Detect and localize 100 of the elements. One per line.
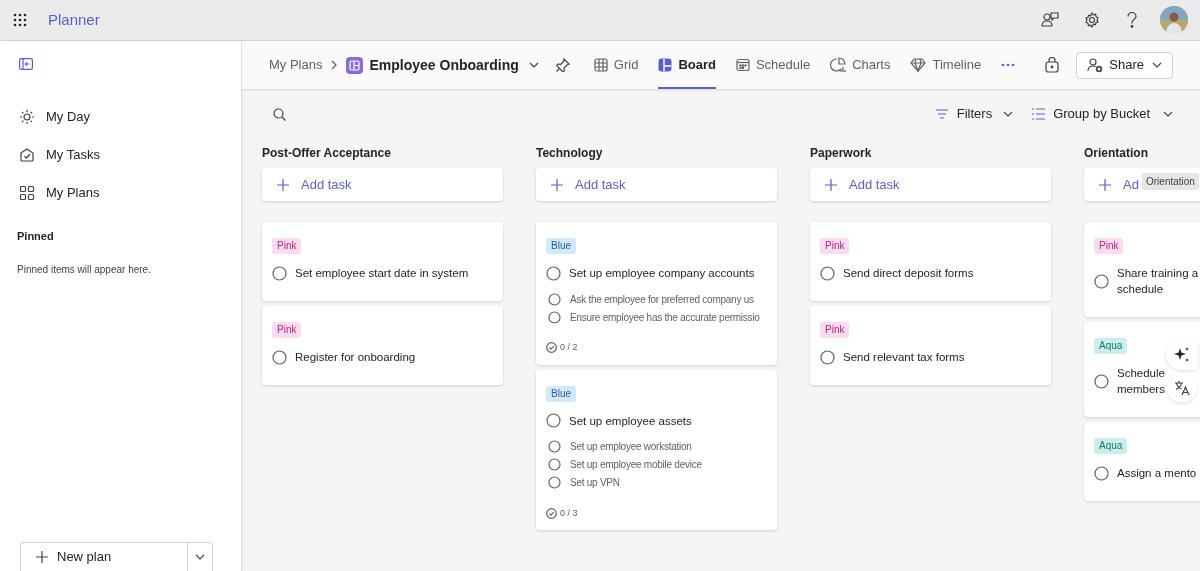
sidebar-item[interactable]: My Tasks (0, 136, 241, 174)
plus-icon (277, 178, 289, 191)
plan-icon (346, 56, 364, 74)
task-card[interactable]: Pink Share training a schedule (1084, 222, 1200, 317)
help-icon[interactable] (1126, 12, 1138, 28)
task-checkbox[interactable] (1094, 373, 1109, 389)
subtask-text: Set up employee workstation (570, 440, 692, 454)
view-tab[interactable]: Timeline (910, 41, 982, 89)
collapse-sidebar-icon[interactable] (19, 58, 33, 70)
task-card[interactable]: Pink Send relevant tax forms (810, 306, 1051, 385)
board-icon (658, 58, 673, 72)
pie-chart-icon (830, 57, 847, 73)
bucket-title: Paperwork (810, 145, 873, 162)
group-by-button[interactable]: Group by Bucket (1031, 104, 1173, 124)
task-title: Set up employee company accounts (569, 266, 755, 281)
bucket-title: Post-Offer Acceptance (262, 145, 392, 162)
app-launcher-icon[interactable] (13, 13, 27, 27)
task-checkbox[interactable] (1094, 465, 1109, 481)
view-tab[interactable]: Board (658, 41, 716, 89)
feedback-icon[interactable] (1041, 11, 1059, 29)
label-tag: Pink (272, 322, 302, 338)
task-icon (19, 147, 35, 163)
plus-icon (825, 178, 837, 191)
check-circle-icon (546, 342, 557, 354)
add-person-icon (1087, 57, 1104, 73)
checklist-count: 0 / 3 (560, 506, 578, 520)
subtask-checkbox[interactable] (548, 458, 561, 471)
check-circle-icon (546, 507, 557, 519)
task-title: Register for onboarding (295, 350, 416, 365)
sun-icon (19, 109, 35, 125)
plus-icon (1099, 178, 1111, 191)
sidebar-item[interactable]: My Day (0, 98, 241, 136)
subtask-checkbox[interactable] (548, 310, 561, 324)
view-tab[interactable]: Charts (830, 41, 891, 89)
view-tab[interactable]: Schedule (735, 41, 811, 89)
bucket-title: Technology (536, 145, 604, 162)
pin-icon[interactable] (555, 58, 570, 72)
plus-icon (36, 551, 48, 563)
task-checkbox[interactable] (272, 349, 287, 365)
filter-icon (935, 109, 948, 119)
label-tag: Blue (546, 238, 576, 254)
task-title: Assign a mento (1117, 466, 1197, 481)
task-title: Schedule members (1117, 366, 1165, 397)
lock-icon[interactable] (1045, 57, 1060, 73)
task-card[interactable]: Blue Set up employee company accounts Ask the employee for preferred company us Ensure employee has the accurate permissio 0 / 2 (536, 222, 777, 365)
subtask-checkbox[interactable] (548, 292, 561, 306)
calendar-icon (735, 58, 750, 72)
tooltip: Orientation (1142, 173, 1199, 190)
empty-message: Pinned items will appear here. (17, 262, 152, 277)
chevron-down-icon (195, 554, 205, 560)
avatar[interactable] (1160, 6, 1188, 34)
subtask-checkbox[interactable] (548, 440, 561, 453)
add-task-button[interactable]: Add task (810, 168, 1051, 201)
task-checkbox[interactable] (272, 265, 287, 281)
search-icon[interactable] (273, 107, 286, 121)
subtask-text: Set up VPN (570, 476, 620, 490)
subtask-text: Set up employee mobile device (570, 458, 702, 472)
task-checkbox[interactable] (546, 413, 561, 428)
label-tag: Pink (1094, 238, 1124, 254)
diamond-icon (910, 58, 927, 72)
label-tag: Aqua (1094, 338, 1128, 354)
label-tag: Pink (820, 238, 850, 254)
grid-icon (19, 185, 35, 201)
subtask-checkbox[interactable] (548, 476, 561, 489)
task-card[interactable]: Pink Register for onboarding (262, 306, 503, 385)
settings-icon[interactable] (1084, 12, 1100, 28)
subtask-text: Ensure employee has the accurate permissio (570, 310, 760, 325)
task-checkbox[interactable] (820, 349, 835, 365)
sparkle-icon (1174, 347, 1190, 363)
chevron-down-icon (1152, 62, 1162, 68)
task-title: Send direct deposit forms (843, 266, 974, 281)
task-title: Share training a schedule (1117, 266, 1199, 297)
breadcrumb-link[interactable]: My Plans (269, 55, 323, 75)
share-button[interactable]: Share (1076, 51, 1173, 79)
copilot-button[interactable] (1166, 340, 1198, 370)
more-icon[interactable] (1001, 63, 1016, 67)
chevron-down-icon (1163, 111, 1173, 117)
task-checkbox[interactable] (546, 265, 561, 281)
add-task-button[interactable]: Add task (262, 168, 503, 201)
task-card[interactable]: Blue Set up employee assets Set up employee workstation Set up employee mobile device Set up VPN 0 / 3 (536, 369, 777, 530)
chevron-down-icon (1003, 111, 1014, 117)
task-title: Set employee start date in system (295, 266, 469, 281)
label-tag: Blue (546, 385, 576, 402)
task-card[interactable]: Pink Set employee start date in system (262, 222, 503, 301)
sidebar-item[interactable]: My Plans (0, 174, 241, 212)
task-card[interactable]: Aqua Assign a mento (1084, 422, 1200, 501)
plus-icon (551, 178, 563, 191)
filters-button[interactable]: Filters (935, 104, 1014, 124)
task-checkbox[interactable] (820, 265, 835, 281)
label-tag: Pink (272, 238, 302, 254)
task-title: Send relevant tax forms (843, 350, 965, 365)
view-tab[interactable]: Grid (593, 41, 639, 89)
task-checkbox[interactable] (1094, 273, 1109, 289)
section-heading: Pinned (17, 229, 55, 244)
add-task-button[interactable]: Add task (536, 168, 777, 201)
chevron-right-icon (331, 60, 338, 70)
table-icon (593, 58, 608, 72)
label-tag: Pink (820, 322, 850, 338)
task-card[interactable]: Pink Send direct deposit forms (810, 222, 1051, 301)
chevron-down-icon[interactable] (528, 62, 539, 68)
